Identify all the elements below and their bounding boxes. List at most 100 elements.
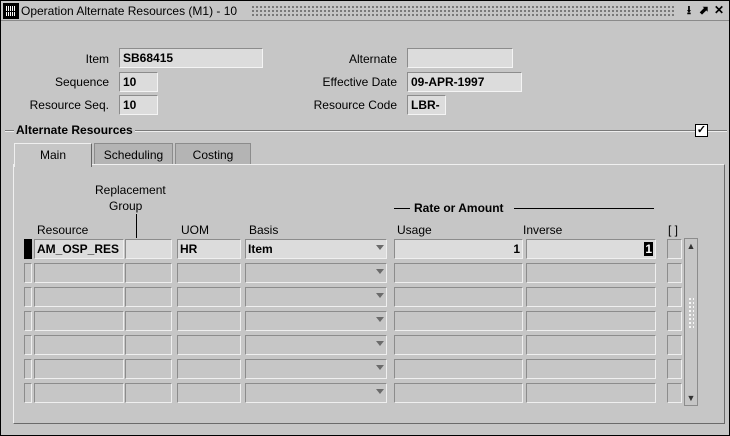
effective-date-label: Effective Date: [322, 75, 397, 89]
cell-uom[interactable]: [177, 359, 241, 379]
cell-uom[interactable]: HR: [177, 239, 241, 259]
cell-basis[interactable]: [245, 287, 387, 307]
cell-inverse[interactable]: [526, 383, 656, 403]
tab-main[interactable]: Main: [14, 143, 92, 167]
cell-uom[interactable]: [177, 335, 241, 355]
dropdown-arrow-icon[interactable]: [376, 317, 384, 322]
cell-extra[interactable]: [667, 263, 682, 283]
header-group: Group: [109, 199, 143, 213]
cell-replacement-group[interactable]: [125, 287, 172, 307]
row-indicator[interactable]: [24, 239, 32, 259]
cell-usage[interactable]: 1: [394, 239, 523, 259]
rate-or-amount-group: Rate or Amount: [394, 201, 654, 215]
tab-scheduling[interactable]: Scheduling: [94, 143, 173, 165]
cell-extra[interactable]: [667, 383, 682, 403]
table-scrollbar[interactable]: ▲ ▼: [684, 238, 698, 406]
title-bar-grip: [251, 5, 675, 16]
cell-replacement-group[interactable]: [125, 263, 172, 283]
cell-extra[interactable]: [667, 287, 682, 307]
cell-inverse[interactable]: [526, 359, 656, 379]
cell-extra[interactable]: [667, 311, 682, 331]
item-label: Item: [85, 52, 109, 66]
sequence-field[interactable]: 10: [119, 72, 158, 92]
dropdown-arrow-icon[interactable]: [376, 245, 384, 250]
cell-replacement-group[interactable]: [125, 383, 172, 403]
header-resource: Resource: [37, 223, 89, 237]
cell-resource[interactable]: [34, 311, 124, 331]
tab-costing[interactable]: Costing: [175, 143, 251, 165]
resource-code-label: Resource Code: [313, 98, 397, 112]
window-title: Operation Alternate Resources (M1) - 10: [21, 4, 238, 18]
resource-seq-label: Resource Seq.: [29, 98, 109, 112]
scroll-down-icon[interactable]: ▼: [685, 391, 697, 405]
cell-resource[interactable]: [34, 359, 124, 379]
cell-uom[interactable]: [177, 311, 241, 331]
cell-replacement-group[interactable]: [125, 335, 172, 355]
row-indicator[interactable]: [24, 335, 32, 355]
window: Operation Alternate Resources (M1) - 10 …: [0, 0, 730, 436]
cell-usage[interactable]: [394, 287, 523, 307]
scroll-thumb[interactable]: [688, 297, 694, 329]
cell-usage[interactable]: [394, 263, 523, 283]
cell-inverse[interactable]: [526, 263, 656, 283]
cell-basis[interactable]: Item: [245, 239, 387, 259]
cell-replacement-group[interactable]: [125, 239, 172, 259]
effective-date-field[interactable]: 09-APR-1997: [407, 72, 522, 92]
cell-basis[interactable]: [245, 335, 387, 355]
minimize-icon[interactable]: ⭳: [683, 4, 695, 16]
cell-uom[interactable]: [177, 383, 241, 403]
cell-resource[interactable]: [34, 383, 124, 403]
cell-uom[interactable]: [177, 287, 241, 307]
cell-uom[interactable]: [177, 263, 241, 283]
cell-resource[interactable]: [34, 287, 124, 307]
row-indicator[interactable]: [24, 383, 32, 403]
dropdown-arrow-icon[interactable]: [376, 269, 384, 274]
cell-extra[interactable]: [667, 239, 682, 259]
cell-resource[interactable]: AM_OSP_RES: [34, 239, 124, 259]
inverse-value-selected: 1: [644, 242, 653, 256]
dropdown-arrow-icon[interactable]: [376, 293, 384, 298]
dropdown-arrow-icon[interactable]: [376, 389, 384, 394]
header-basis: Basis: [249, 223, 279, 237]
row-indicator[interactable]: [24, 263, 32, 283]
cell-basis[interactable]: [245, 311, 387, 331]
cell-usage[interactable]: [394, 311, 523, 331]
cell-extra[interactable]: [667, 335, 682, 355]
cell-basis[interactable]: [245, 263, 387, 283]
cell-inverse[interactable]: 1: [526, 239, 656, 259]
cell-usage[interactable]: [394, 383, 523, 403]
cell-basis[interactable]: [245, 359, 387, 379]
row-indicator[interactable]: [24, 287, 32, 307]
sequence-label: Sequence: [54, 75, 109, 89]
dropdown-arrow-icon[interactable]: [376, 365, 384, 370]
close-icon[interactable]: ✕: [713, 4, 725, 16]
cell-inverse[interactable]: [526, 311, 656, 331]
cell-replacement-group[interactable]: [125, 311, 172, 331]
header-uom: UOM: [181, 223, 209, 237]
header-usage: Usage: [397, 223, 432, 237]
cell-resource[interactable]: [34, 263, 124, 283]
section-checkbox[interactable]: ✓: [695, 124, 708, 137]
resource-code-field[interactable]: LBR-: [407, 95, 446, 115]
maximize-icon[interactable]: ⬈: [698, 4, 710, 16]
cell-usage[interactable]: [394, 359, 523, 379]
cell-inverse[interactable]: [526, 335, 656, 355]
item-field[interactable]: SB68415: [119, 48, 263, 68]
cell-usage[interactable]: [394, 335, 523, 355]
row-indicator[interactable]: [24, 359, 32, 379]
cell-replacement-group[interactable]: [125, 359, 172, 379]
header-replacement: Replacement: [95, 183, 166, 197]
alternate-field[interactable]: [407, 48, 513, 68]
resource-seq-field[interactable]: 10: [119, 95, 158, 115]
header-inverse: Inverse: [523, 223, 563, 237]
cell-resource[interactable]: [34, 335, 124, 355]
cell-extra[interactable]: [667, 359, 682, 379]
dropdown-arrow-icon[interactable]: [376, 341, 384, 346]
cell-basis[interactable]: [245, 383, 387, 403]
scroll-up-icon[interactable]: ▲: [685, 239, 697, 253]
row-indicator[interactable]: [24, 311, 32, 331]
section-title: Alternate Resources: [14, 123, 135, 137]
title-bar[interactable]: Operation Alternate Resources (M1) - 10 …: [1, 1, 729, 21]
cell-inverse[interactable]: [526, 287, 656, 307]
form-icon[interactable]: [3, 3, 19, 19]
